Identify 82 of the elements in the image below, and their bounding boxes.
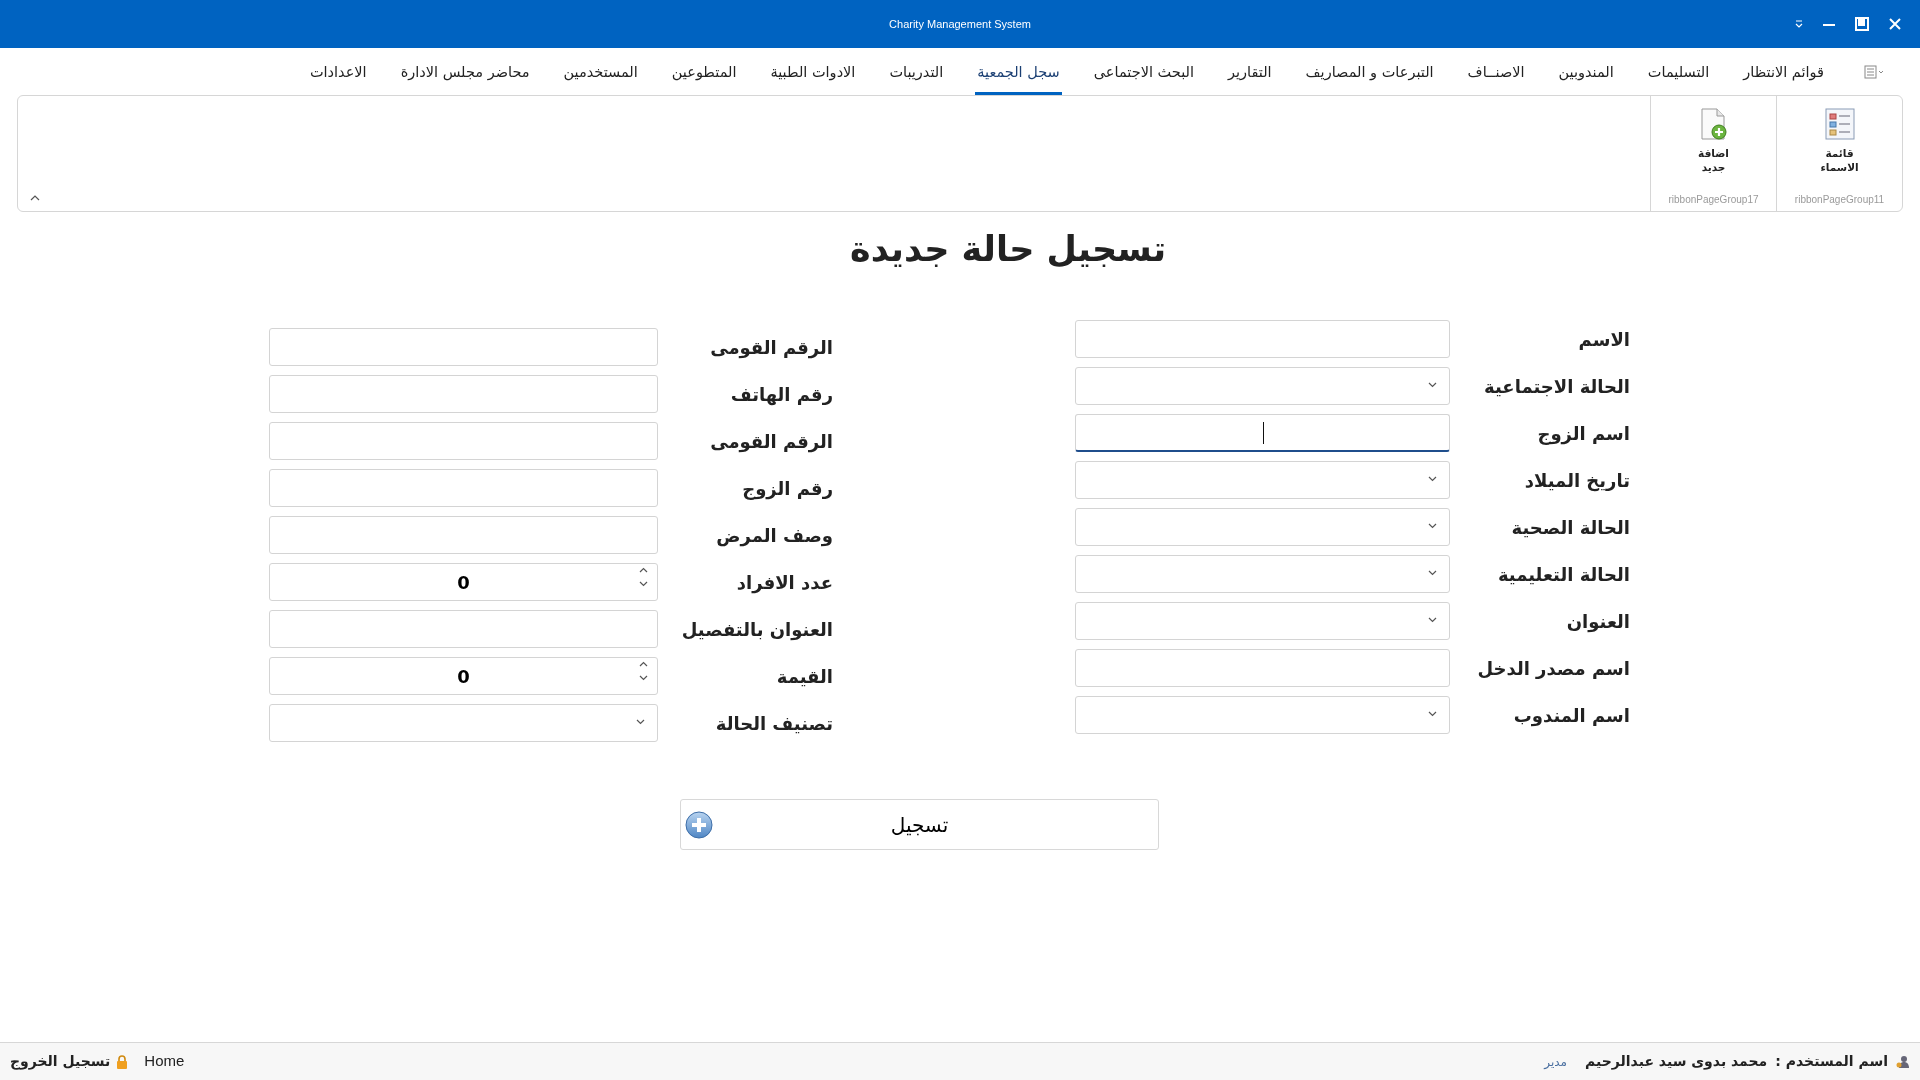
- options-icon[interactable]: [1794, 19, 1804, 29]
- field-label: وصف المرض: [715, 523, 833, 549]
- maximize-icon[interactable]: [1854, 16, 1870, 32]
- field-label: الحالة الصحية: [1510, 515, 1630, 540]
- lock-icon: [116, 1054, 129, 1069]
- ribbon-tab[interactable]: الاعدادات: [307, 48, 369, 95]
- field-label: اسم المندوب: [1512, 703, 1630, 729]
- dropdown-field[interactable]: [1075, 508, 1450, 546]
- spin-down-icon[interactable]: [639, 581, 648, 587]
- form-title: تسجيل حالة جديدة: [849, 228, 1167, 270]
- dropdown-field[interactable]: [1075, 461, 1450, 499]
- collapse-icon[interactable]: [28, 193, 42, 203]
- dropdown-field[interactable]: [1075, 555, 1450, 593]
- field-label: العنوان: [1565, 609, 1630, 635]
- chevron-down-icon: [1428, 476, 1437, 482]
- user-label: اسم المستخدم :: [1775, 1052, 1888, 1071]
- text-field[interactable]: [1075, 649, 1450, 687]
- chevron-down-icon: [1428, 382, 1437, 388]
- dropdown-field[interactable]: [1075, 602, 1450, 640]
- text-field[interactable]: [269, 422, 658, 460]
- chevron-down-icon: [636, 719, 645, 725]
- logout-button[interactable]: تسجيل الخروج: [10, 1051, 129, 1072]
- ribbon-tab[interactable]: التقارير: [1225, 48, 1274, 95]
- field-label: العنوان بالتفصيل: [680, 617, 833, 643]
- ribbon-tab[interactable]: الاصنــاف: [1465, 48, 1527, 95]
- field-label: تاريخ الميلاد: [1523, 468, 1630, 494]
- text-cursor: [1262, 422, 1264, 444]
- field-label: القيمة: [775, 664, 833, 689]
- register-button[interactable]: تسجيل: [680, 799, 1159, 850]
- window-title: Charity Management System: [889, 16, 1031, 32]
- add-file-icon: [1698, 108, 1729, 140]
- field-label: الرقم القومى: [709, 335, 833, 361]
- user-icon: [1896, 1054, 1910, 1069]
- number-field[interactable]: 0: [269, 657, 658, 695]
- list-icon: [1824, 108, 1855, 140]
- text-field[interactable]: [269, 610, 658, 648]
- spin-down-icon[interactable]: [639, 675, 648, 681]
- chevron-down-icon: [1428, 711, 1437, 717]
- dropdown-field[interactable]: [269, 704, 658, 742]
- ribbon-tab[interactable]: المستخدمين: [561, 48, 640, 95]
- text-field[interactable]: [269, 469, 658, 507]
- user-role: مدير: [1544, 1053, 1568, 1071]
- ribbon-tab[interactable]: البحث الاجتماعى: [1091, 48, 1196, 95]
- chevron-down-icon: [1428, 523, 1437, 529]
- ribbon-tab[interactable]: قوائم الانتظار: [1741, 48, 1826, 95]
- field-label: الحالة التعليمية: [1496, 562, 1630, 587]
- ribbon-tab[interactable]: الادوات الطبية: [768, 48, 858, 95]
- close-icon[interactable]: [1888, 17, 1902, 31]
- home-link[interactable]: Home: [144, 1050, 185, 1073]
- user-name: محمد بدوى سيد عبدالرحيم: [1585, 1052, 1768, 1072]
- field-label: رقم الزوج: [741, 476, 833, 502]
- text-field[interactable]: [1075, 414, 1450, 452]
- text-field[interactable]: [269, 375, 658, 413]
- field-label: الاسم: [1577, 327, 1630, 352]
- ribbon-tab[interactable]: التبرعات و المصاريف: [1303, 48, 1436, 95]
- field-label: رقم الهاتف: [729, 382, 833, 408]
- ribbon-tab[interactable]: التدريبات: [887, 48, 946, 95]
- spin-up-icon[interactable]: [639, 567, 648, 573]
- number-field[interactable]: 0: [269, 563, 658, 601]
- text-field[interactable]: [269, 516, 658, 554]
- field-label: الرقم القومى: [709, 429, 833, 455]
- dropdown-field[interactable]: [1075, 367, 1450, 405]
- text-field[interactable]: [269, 328, 658, 366]
- field-label: عدد الافراد: [735, 570, 833, 596]
- ribbon-button[interactable]: قائمة الاسماء: [1813, 108, 1866, 175]
- field-label: الحالة الاجتماعية: [1483, 374, 1630, 399]
- ribbon-tab[interactable]: التسليمات: [1645, 48, 1712, 95]
- ribbon-button[interactable]: اضافة جديد: [1687, 108, 1740, 175]
- field-label: تصنيف الحالة: [714, 711, 833, 736]
- group-caption: ribbonPageGroup11: [1794, 193, 1885, 207]
- ribbon-tab[interactable]: المتطوعين: [669, 48, 739, 95]
- spin-up-icon[interactable]: [639, 661, 648, 667]
- ribbon-tab[interactable]: المندوبين: [1556, 48, 1616, 95]
- field-label: اسم مصدر الدخل: [1476, 656, 1630, 681]
- group-caption: ribbonPageGroup17: [1668, 193, 1759, 207]
- ribbon-tab[interactable]: محاضر مجلس الادارة: [398, 48, 532, 95]
- chevron-down-icon: [1428, 617, 1437, 623]
- plus-icon: [685, 811, 713, 839]
- dropdown-field[interactable]: [1075, 696, 1450, 734]
- chevron-down-icon: [1428, 570, 1437, 576]
- text-field[interactable]: [1075, 320, 1450, 358]
- field-label: اسم الزوج: [1536, 421, 1630, 447]
